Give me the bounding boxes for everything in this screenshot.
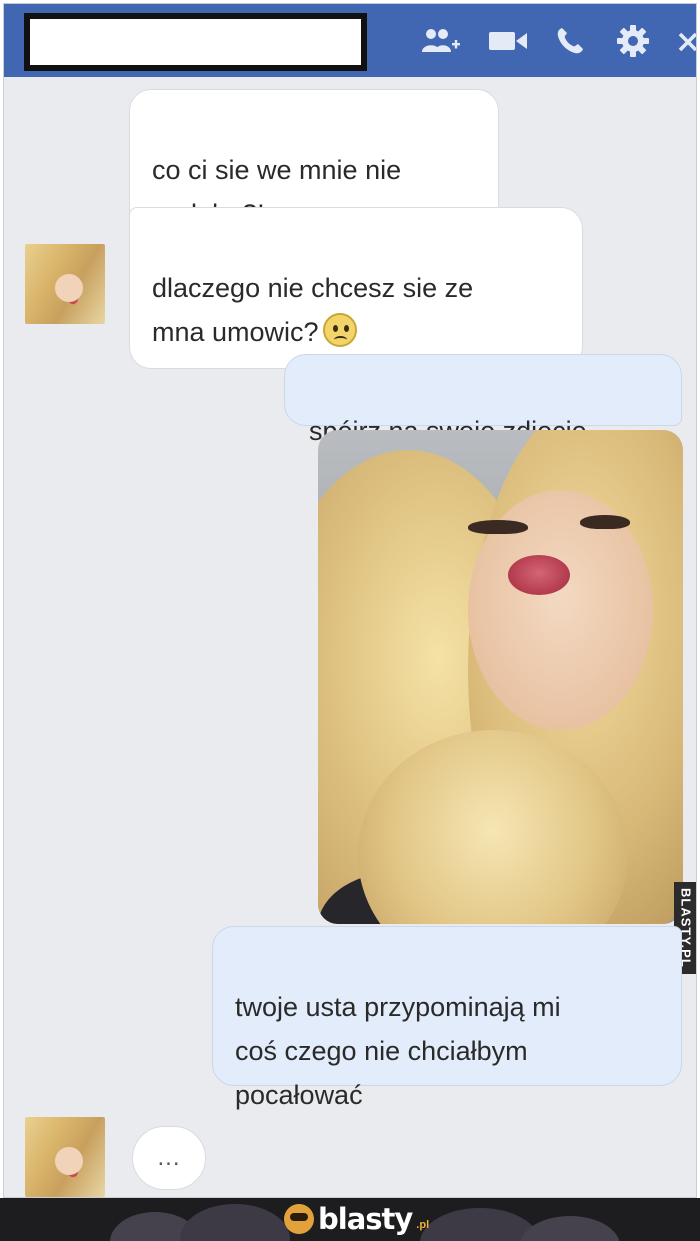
logo-text: blasty	[318, 1202, 413, 1236]
close-icon[interactable]	[676, 24, 696, 58]
message-text: twoje usta przypominają mi coś czego nie…	[235, 992, 561, 1110]
mascot-icon	[284, 1204, 314, 1234]
site-footer: blasty .pl	[0, 1198, 700, 1241]
contact-avatar[interactable]	[25, 1117, 105, 1197]
add-person-icon[interactable]	[416, 24, 466, 58]
redacted-contact-name	[24, 13, 367, 71]
chat-header	[4, 4, 696, 77]
photo-lips	[508, 555, 570, 595]
shared-photo[interactable]	[318, 430, 683, 924]
phone-icon[interactable]	[552, 24, 588, 58]
video-camera-icon[interactable]	[485, 24, 531, 58]
logo-suffix: .pl	[416, 1219, 430, 1231]
outgoing-message: twoje usta przypominają mi coś czego nie…	[212, 926, 682, 1110]
photo-eye-right	[580, 515, 630, 529]
gear-icon[interactable]	[613, 24, 653, 58]
footer-cloud	[180, 1204, 290, 1241]
incoming-message: dlaczego nie chcesz sie ze mna umowic?	[129, 207, 583, 369]
blasty-logo[interactable]: blasty .pl	[284, 1202, 429, 1236]
photo-eye-left	[468, 520, 528, 534]
message-text: dlaczego nie chcesz sie ze mna umowic?	[152, 273, 474, 347]
footer-cloud	[520, 1216, 620, 1241]
contact-avatar[interactable]	[25, 244, 105, 324]
chat-window: co ci sie we mnie nie podoba?! dlaczego …	[3, 3, 697, 1198]
frowning-face-emoji	[322, 313, 357, 347]
outgoing-message: spójrz na swoje zdjęcie	[284, 354, 682, 446]
typing-indicator: ...	[132, 1126, 206, 1190]
